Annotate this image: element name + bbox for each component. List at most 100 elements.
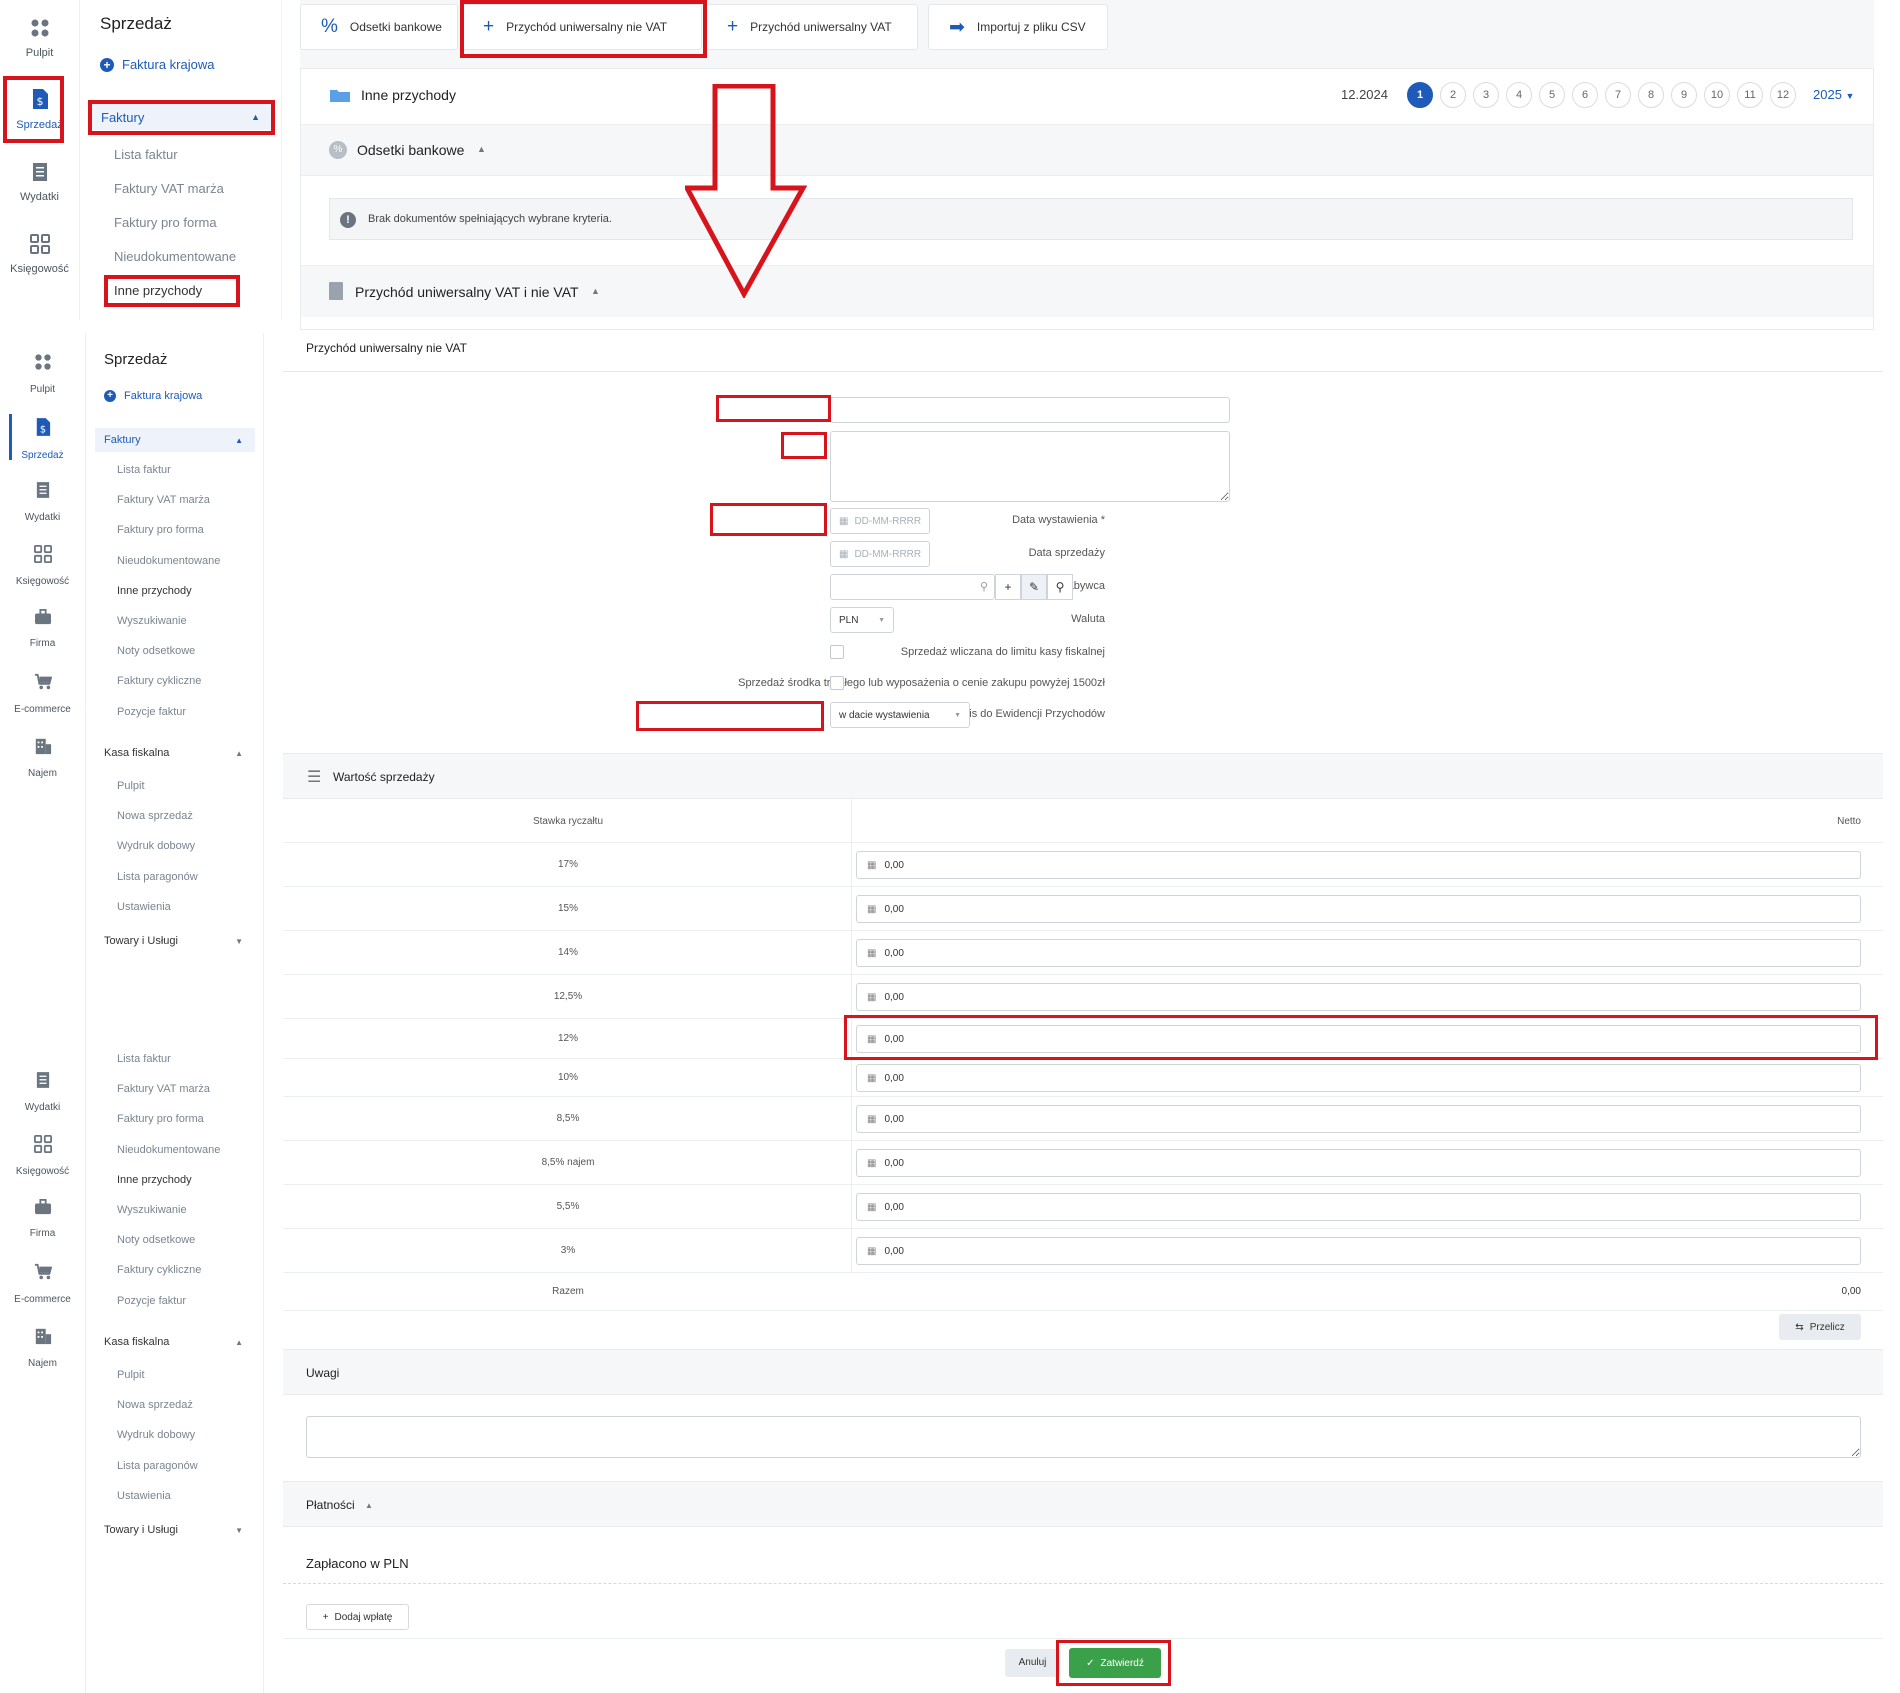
rail-item[interactable]: Firma [0, 609, 85, 649]
search-buyer-button[interactable]: ⚲ [1047, 574, 1073, 600]
submenu-item[interactable]: Wyszukiwanie [117, 1204, 187, 1216]
submenu-item[interactable]: Faktury pro forma [114, 215, 217, 230]
add-payment-button[interactable]: + Dodaj wpłatę [306, 1604, 409, 1630]
desc-textarea[interactable] [830, 431, 1230, 502]
new-invoice-button[interactable]: + Faktura krajowa [100, 57, 214, 72]
submenu-item[interactable]: Faktury VAT marża [117, 494, 210, 506]
rail-item[interactable]: Księgowość [0, 1135, 85, 1177]
rail-item[interactable]: Najem [0, 1327, 85, 1369]
rail-ksiegowosc[interactable]: Księgowość [0, 234, 79, 275]
month-button[interactable]: 5 [1539, 82, 1565, 108]
net-value-input[interactable]: ▦ 0,00 [856, 983, 1861, 1011]
rail-item[interactable]: Firma [0, 1199, 85, 1239]
year-select[interactable]: 2025 ▼ [1813, 87, 1854, 102]
group-kasa-fiskalna[interactable]: Kasa fiskalna ▲ [95, 1331, 255, 1353]
month-button[interactable]: 9 [1671, 82, 1697, 108]
submenu-item[interactable]: Nieudokumentowane [114, 249, 236, 264]
rail-item[interactable]: E-commerce [0, 673, 85, 715]
doc-number-input[interactable] [830, 397, 1230, 423]
submenu-item[interactable]: Noty odsetkowe [117, 645, 195, 657]
submenu-item[interactable]: Lista faktur [117, 464, 171, 476]
tab-odsetki-bankowe[interactable]: % Odsetki bankowe [300, 4, 458, 50]
recalc-button[interactable]: ⇆ Przelicz [1779, 1314, 1861, 1340]
month-button[interactable]: 11 [1737, 82, 1763, 108]
submenu-item[interactable]: Wyszukiwanie [117, 615, 187, 627]
net-value-input[interactable]: ▦ 0,00 [856, 939, 1861, 967]
tab-import-csv[interactable]: ➡ Importuj z pliku CSV [928, 4, 1108, 50]
submenu-item[interactable]: Nowa sprzedaż [117, 810, 193, 822]
rail-item[interactable]: Pulpit [0, 353, 85, 395]
submenu-item[interactable]: Pulpit [117, 780, 145, 792]
register-select[interactable]: w dacie wystawienia ▼ [830, 702, 970, 728]
sales-value-header[interactable]: ☰ Wartość sprzedaży [283, 753, 1883, 799]
submenu-item[interactable]: Wydruk dobowy [117, 840, 195, 852]
group-kasa-fiskalna[interactable]: Kasa fiskalna ▲ [95, 742, 255, 764]
rail-pulpit[interactable]: Pulpit [0, 18, 79, 59]
rail-wydatki[interactable]: Wydatki [0, 162, 79, 203]
rail-item[interactable]: Księgowość [0, 545, 85, 587]
net-value-input[interactable]: ▦ 0,00 [856, 1149, 1861, 1177]
net-value-input[interactable]: ▦ 0,00 [856, 851, 1861, 879]
notes-textarea[interactable] [306, 1416, 1861, 1458]
net-value-input[interactable]: ▦ 0,00 [856, 1193, 1861, 1221]
fixed-asset-checkbox[interactable] [830, 676, 844, 690]
currency-select[interactable]: PLN ▼ [830, 607, 894, 633]
rail-item[interactable]: Wydatki [0, 1071, 85, 1113]
submenu-item[interactable]: Inne przychody [117, 585, 192, 597]
submenu-item[interactable]: Pozycje faktur [117, 1295, 186, 1307]
submenu-item[interactable]: Noty odsetkowe [117, 1234, 195, 1246]
submenu-item[interactable]: Faktury cykliczne [117, 1264, 201, 1276]
sale-date-input[interactable]: ▦ DD-MM-RRRR [830, 541, 930, 567]
group-faktury[interactable]: Faktury ▲ [92, 104, 272, 130]
buyer-input[interactable]: ⚲ [830, 574, 995, 600]
net-value-input[interactable]: ▦ 0,00 [856, 1105, 1861, 1133]
universal-header[interactable]: Przychód uniwersalny VAT i nie VAT ▲ [301, 265, 1873, 317]
submenu-item[interactable]: Lista faktur [114, 147, 178, 162]
payments-header[interactable]: Płatności ▲ [283, 1481, 1883, 1527]
month-button[interactable]: 3 [1473, 82, 1499, 108]
issue-date-input[interactable]: ▦ DD-MM-RRRR [830, 508, 930, 534]
submenu-item[interactable]: Lista faktur [117, 1053, 171, 1065]
submenu-item[interactable]: Wydruk dobowy [117, 1429, 195, 1441]
submenu-item[interactable]: Faktury pro forma [117, 524, 204, 536]
net-value-input[interactable]: ▦ 0,00 [856, 1025, 1861, 1053]
rail-item[interactable]: $ Sprzedaż [0, 417, 85, 461]
month-button[interactable]: 8 [1638, 82, 1664, 108]
month-button[interactable]: 10 [1704, 82, 1730, 108]
submenu-item[interactable]: Ustawienia [117, 901, 171, 913]
odsetki-header[interactable]: % Odsetki bankowe ▲ [301, 124, 1873, 176]
rail-item[interactable]: E-commerce [0, 1263, 85, 1305]
month-button[interactable]: 6 [1572, 82, 1598, 108]
month-button[interactable]: 1 [1407, 82, 1433, 108]
submenu-item[interactable]: Pulpit [117, 1369, 145, 1381]
group-faktury[interactable]: Faktury ▲ [95, 428, 255, 452]
rail-sprzedaz[interactable]: $ Sprzedaż [0, 88, 79, 131]
submenu-item[interactable]: Lista paragonów [117, 1460, 198, 1472]
submenu-item[interactable]: Inne przychody [114, 283, 202, 298]
submenu-item[interactable]: Nieudokumentowane [117, 1144, 220, 1156]
tab-przychod-nie-vat[interactable]: + Przychód uniwersalny nie VAT [462, 4, 702, 50]
submenu-item[interactable]: Faktury VAT marża [117, 1083, 210, 1095]
group-towary-uslugi[interactable]: Towary i Usługi ▼ [95, 930, 255, 952]
submenu-item[interactable]: Faktury cykliczne [117, 675, 201, 687]
net-value-input[interactable]: ▦ 0,00 [856, 1237, 1861, 1265]
submenu-item[interactable]: Lista paragonów [117, 871, 198, 883]
submenu-item[interactable]: Pozycje faktur [117, 706, 186, 718]
submenu-item[interactable]: Nowa sprzedaż [117, 1399, 193, 1411]
submenu-item[interactable]: Ustawienia [117, 1490, 171, 1502]
edit-buyer-button[interactable]: ✎ [1021, 574, 1047, 600]
submenu-item[interactable]: Faktury pro forma [117, 1113, 204, 1125]
add-buyer-button[interactable]: + [995, 574, 1021, 600]
confirm-button[interactable]: ✓ Zatwierdź [1069, 1648, 1161, 1678]
rail-item[interactable]: Najem [0, 737, 85, 779]
month-button[interactable]: 7 [1605, 82, 1631, 108]
month-button[interactable]: 4 [1506, 82, 1532, 108]
month-button[interactable]: 2 [1440, 82, 1466, 108]
net-value-input[interactable]: ▦ 0,00 [856, 895, 1861, 923]
net-value-input[interactable]: ▦ 0,00 [856, 1064, 1861, 1092]
tab-przychod-vat[interactable]: + Przychód uniwersalny VAT [706, 4, 918, 50]
submenu-item[interactable]: Nieudokumentowane [117, 555, 220, 567]
cancel-button[interactable]: Anuluj [1005, 1649, 1060, 1677]
submenu-item[interactable]: Faktury VAT marża [114, 181, 224, 196]
group-towary-uslugi[interactable]: Towary i Usługi ▼ [95, 1519, 255, 1541]
